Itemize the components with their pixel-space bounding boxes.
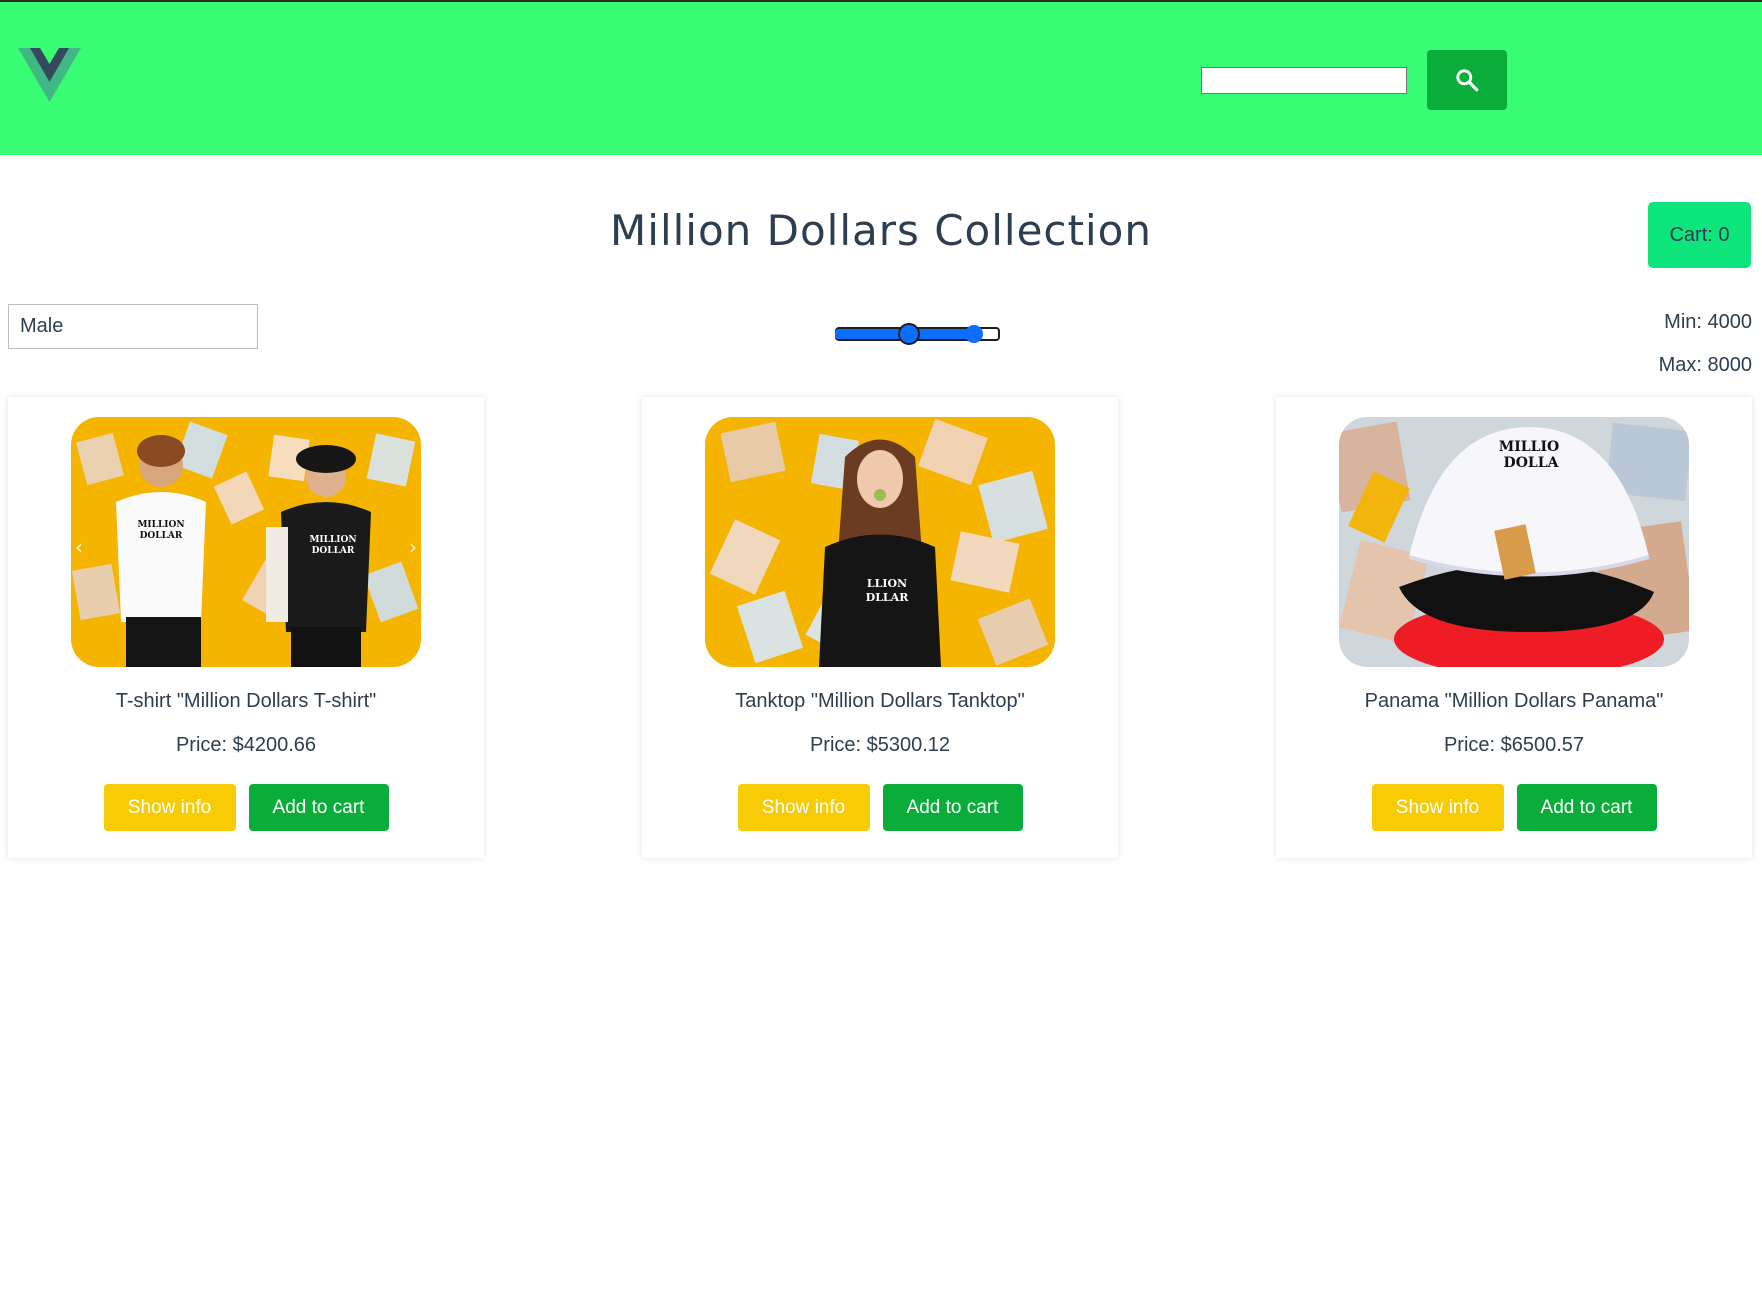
product-actions: Show info Add to cart: [642, 784, 1118, 831]
svg-text:MILLIO: MILLIO: [1499, 439, 1559, 455]
svg-text:DOLLA: DOLLA: [1504, 455, 1560, 471]
product-price: Price: $5300.12: [809, 734, 951, 756]
price-max-label: Max: 8000: [1658, 354, 1752, 376]
product-image[interactable]: MILLION DOLLAR MILLION DOLLAR ‹ ›: [71, 417, 421, 667]
slider-max-thumb[interactable]: [964, 325, 983, 343]
search-input[interactable]: [1201, 67, 1407, 94]
price-min-label: Min: 4000: [1664, 311, 1752, 333]
vue-logo-icon[interactable]: [18, 48, 81, 104]
price-range-slider[interactable]: [835, 323, 1000, 345]
svg-text:DOLLAR: DOLLAR: [312, 546, 355, 556]
product-name: Tanktop "Million Dollars Tanktop": [735, 690, 1025, 712]
search-icon: [1456, 69, 1479, 92]
product-card: MILLIO DOLLA Panama "Million Dollars Pan…: [1276, 397, 1752, 858]
product-image[interactable]: LLION DLLAR: [705, 417, 1055, 667]
product-actions: Show info Add to cart: [1276, 784, 1752, 831]
search-button[interactable]: [1427, 50, 1507, 110]
page: Million Dollars Collection Cart: 0 Male …: [0, 0, 1762, 1291]
add-to-cart-button[interactable]: Add to cart: [248, 784, 389, 831]
svg-text:DOLLAR: DOLLAR: [140, 531, 183, 541]
svg-text:LLION: LLION: [867, 577, 907, 590]
slider-min-thumb[interactable]: [898, 323, 921, 345]
show-info-button[interactable]: Show info: [103, 784, 236, 831]
product-image[interactable]: MILLIO DOLLA: [1339, 417, 1689, 667]
page-title: Million Dollars Collection: [610, 206, 1152, 255]
gender-select[interactable]: Male: [8, 304, 258, 349]
product-name: Panama "Million Dollars Panama": [1364, 690, 1664, 712]
product-card: LLION DLLAR Tanktop "Million Dollars Tan…: [642, 397, 1118, 858]
product-price: Price: $4200.66: [175, 734, 317, 756]
top-header: [0, 0, 1762, 155]
product-name: T-shirt "Million Dollars T-shirt": [115, 690, 377, 712]
cart-button[interactable]: Cart: 0: [1648, 202, 1751, 268]
carousel-prev-icon[interactable]: ‹: [75, 535, 83, 559]
carousel-next-icon[interactable]: ›: [409, 535, 417, 559]
svg-text:MILLION: MILLION: [137, 520, 184, 530]
add-to-cart-button[interactable]: Add to cart: [882, 784, 1023, 831]
svg-text:DLLAR: DLLAR: [866, 591, 910, 604]
add-to-cart-button[interactable]: Add to cart: [1516, 784, 1657, 831]
product-price: Price: $6500.57: [1443, 734, 1585, 756]
svg-text:MILLION: MILLION: [309, 535, 356, 545]
product-card: MILLION DOLLAR MILLION DOLLAR ‹ › T-shir…: [8, 397, 484, 858]
product-actions: Show info Add to cart: [8, 784, 484, 831]
show-info-button[interactable]: Show info: [1371, 784, 1504, 831]
show-info-button[interactable]: Show info: [737, 784, 870, 831]
